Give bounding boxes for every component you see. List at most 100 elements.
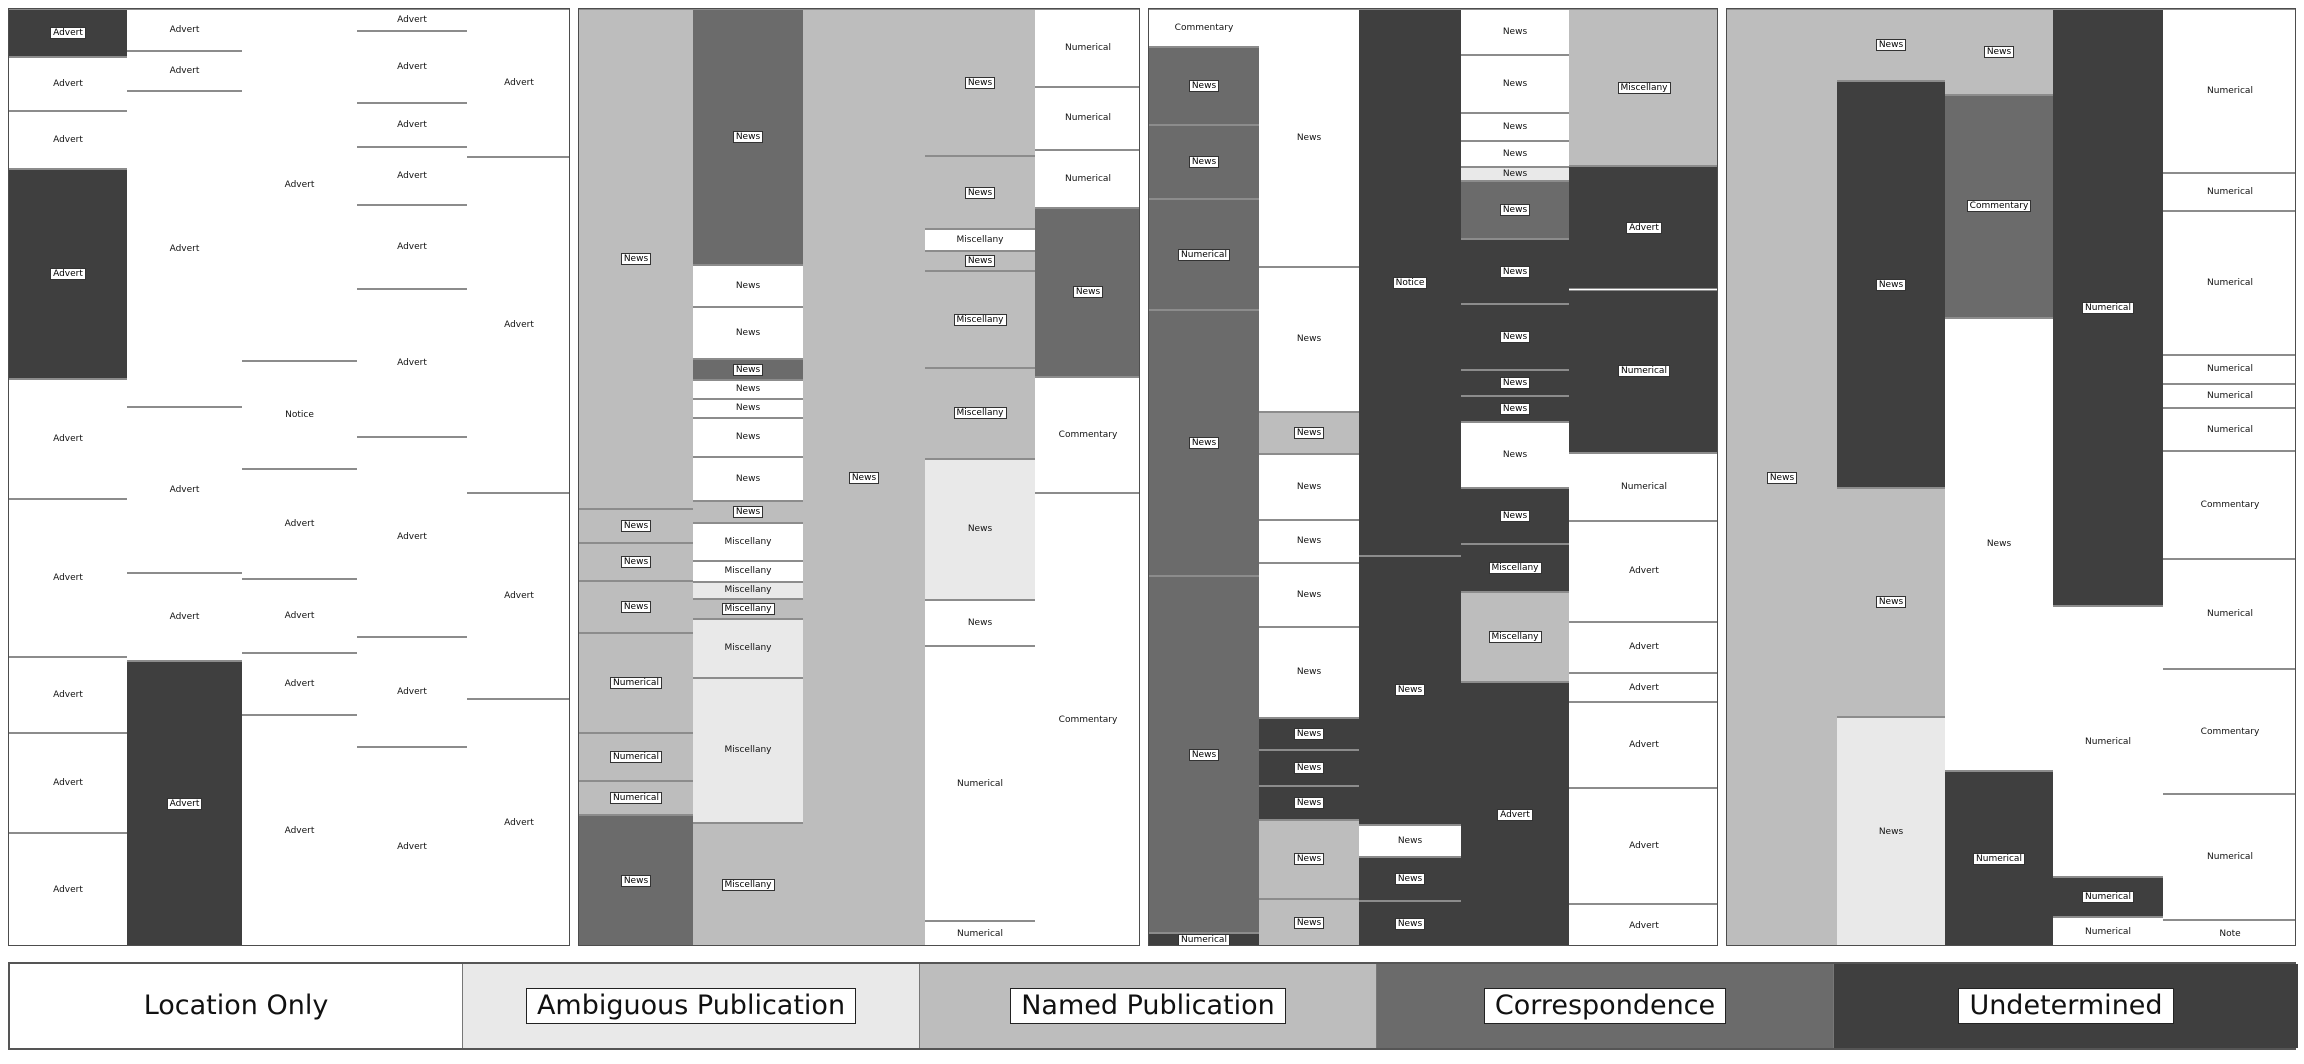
mosaic-tile[interactable]: News (1259, 9, 1359, 267)
mosaic-tile[interactable]: Numerical (2163, 354, 2295, 384)
mosaic-tile[interactable]: News (1259, 453, 1359, 521)
mosaic-tile[interactable]: Advert (357, 289, 467, 437)
mosaic-tile[interactable]: Advert (127, 661, 242, 945)
mosaic-tile[interactable]: News (693, 398, 803, 418)
mosaic-tile[interactable]: Advert (127, 9, 242, 51)
mosaic-tile[interactable]: Numerical (579, 633, 693, 733)
mosaic-tile[interactable]: Miscellany (693, 822, 803, 945)
mosaic-tile[interactable]: News (1461, 488, 1569, 545)
mosaic-tile[interactable]: News (579, 581, 693, 633)
legend-item-correspondence[interactable]: Correspondence (1377, 964, 1834, 1048)
mosaic-tile[interactable]: News (1945, 317, 2053, 771)
mosaic-tile[interactable]: Notice (1359, 9, 1461, 557)
mosaic-tile[interactable]: Advert (242, 715, 357, 945)
mosaic-tile[interactable]: Miscellany (693, 523, 803, 561)
mosaic-tile[interactable]: Advert (1569, 787, 1717, 905)
mosaic-tile[interactable]: News (1461, 141, 1569, 168)
mosaic-tile[interactable]: Advert (9, 657, 127, 733)
mosaic-tile[interactable]: Miscellany (693, 598, 803, 620)
legend-item-ambiguous-publication[interactable]: Ambiguous Publication (463, 964, 920, 1048)
mosaic-tile[interactable]: News (693, 265, 803, 307)
mosaic-tile[interactable]: News (1259, 717, 1359, 750)
mosaic-tile[interactable]: News (693, 417, 803, 458)
mosaic-tile[interactable]: Advert (9, 57, 127, 111)
mosaic-tile[interactable]: News (1359, 556, 1461, 825)
mosaic-tile[interactable]: News (1259, 749, 1359, 786)
mosaic-tile[interactable]: News (1837, 81, 1945, 488)
mosaic-tile[interactable]: Advert (357, 747, 467, 945)
mosaic-tile[interactable]: Advert (9, 733, 127, 833)
mosaic-tile[interactable]: News (1359, 824, 1461, 857)
mosaic-tile[interactable]: News (693, 306, 803, 360)
mosaic-tile[interactable]: Numerical (1035, 149, 1139, 208)
mosaic-tile[interactable]: Commentary (1149, 9, 1259, 48)
mosaic-tile[interactable]: News (693, 500, 803, 524)
mosaic-tile[interactable]: Numerical (2163, 9, 2295, 173)
mosaic-tile[interactable]: Advert (127, 573, 242, 661)
legend-item-location-only[interactable]: Location Only (10, 964, 463, 1048)
mosaic-tile[interactable]: Numerical (925, 646, 1035, 921)
mosaic-tile[interactable]: Numerical (1149, 199, 1259, 310)
mosaic-tile[interactable]: News (579, 815, 693, 945)
mosaic-tile[interactable]: Advert (9, 9, 127, 57)
mosaic-tile[interactable]: News (1461, 9, 1569, 56)
legend-item-named-publication[interactable]: Named Publication (920, 964, 1377, 1048)
mosaic-tile[interactable]: News (1259, 266, 1359, 412)
mosaic-tile[interactable]: Advert (1461, 682, 1569, 945)
mosaic-tile[interactable]: Advert (1569, 904, 1717, 945)
mosaic-tile[interactable]: Advert (1569, 673, 1717, 703)
mosaic-tile[interactable]: Miscellany (1461, 592, 1569, 683)
mosaic-tile[interactable]: News (1149, 47, 1259, 126)
mosaic-tile[interactable]: Commentary (2163, 668, 2295, 795)
mosaic-tile[interactable]: Advert (467, 699, 569, 945)
mosaic-tile[interactable]: News (579, 543, 693, 581)
mosaic-tile[interactable]: Advert (9, 833, 127, 945)
mosaic-tile[interactable]: Commentary (1035, 376, 1139, 494)
mosaic-tile[interactable]: Numerical (2053, 9, 2163, 607)
mosaic-tile[interactable]: Advert (357, 205, 467, 289)
mosaic-tile[interactable]: News (1461, 113, 1569, 142)
mosaic-tile[interactable]: Numerical (2163, 408, 2295, 452)
mosaic-tile[interactable]: Numerical (2053, 876, 2163, 917)
mosaic-tile[interactable]: Commentary (1945, 95, 2053, 318)
mosaic-tile[interactable]: News (1461, 369, 1569, 396)
mosaic-tile[interactable]: Advert (1569, 702, 1717, 788)
mosaic-tile[interactable]: Numerical (2163, 558, 2295, 669)
mosaic-tile[interactable]: Advert (357, 147, 467, 205)
mosaic-tile[interactable]: News (1461, 239, 1569, 304)
mosaic-tile[interactable]: News (1461, 395, 1569, 422)
mosaic-tile[interactable]: Numerical (1569, 289, 1717, 454)
mosaic-tile[interactable]: News (1461, 181, 1569, 240)
mosaic-tile[interactable]: News (925, 156, 1035, 229)
mosaic-tile[interactable]: Numerical (2163, 794, 2295, 921)
mosaic-tile[interactable]: News (1259, 626, 1359, 718)
mosaic-tile[interactable]: News (1259, 898, 1359, 945)
mosaic-tile[interactable]: Miscellany (693, 677, 803, 823)
mosaic-tile[interactable]: Advert (127, 51, 242, 91)
mosaic-tile[interactable]: Advert (9, 111, 127, 169)
mosaic-tile[interactable]: Advert (357, 9, 467, 31)
mosaic-tile[interactable]: Miscellany (1569, 9, 1717, 167)
mosaic-tile[interactable]: News (1149, 125, 1259, 200)
mosaic-tile[interactable]: Numerical (1035, 87, 1139, 150)
mosaic-tile[interactable]: Miscellany (693, 581, 803, 599)
mosaic-tile[interactable]: Advert (242, 9, 357, 361)
mosaic-tile[interactable]: Advert (357, 437, 467, 637)
mosaic-tile[interactable]: Miscellany (693, 619, 803, 678)
mosaic-tile[interactable]: News (1259, 562, 1359, 627)
mosaic-tile[interactable]: News (1727, 9, 1837, 945)
mosaic-tile[interactable]: News (693, 457, 803, 501)
mosaic-tile[interactable]: Advert (467, 493, 569, 699)
mosaic-tile[interactable]: News (1259, 520, 1359, 563)
mosaic-tile[interactable]: Numerical (2163, 210, 2295, 355)
mosaic-tile[interactable]: Numerical (2163, 383, 2295, 409)
mosaic-tile[interactable]: Numerical (925, 920, 1035, 945)
mosaic-tile[interactable]: Advert (9, 499, 127, 657)
mosaic-tile[interactable]: Advert (357, 31, 467, 103)
mosaic-tile[interactable]: News (1461, 303, 1569, 370)
mosaic-tile[interactable]: News (693, 9, 803, 266)
mosaic-tile[interactable]: Numerical (1035, 9, 1139, 88)
mosaic-tile[interactable]: News (1837, 488, 1945, 717)
mosaic-tile[interactable]: Advert (242, 469, 357, 579)
legend-item-undetermined[interactable]: Undetermined (1834, 964, 2298, 1048)
